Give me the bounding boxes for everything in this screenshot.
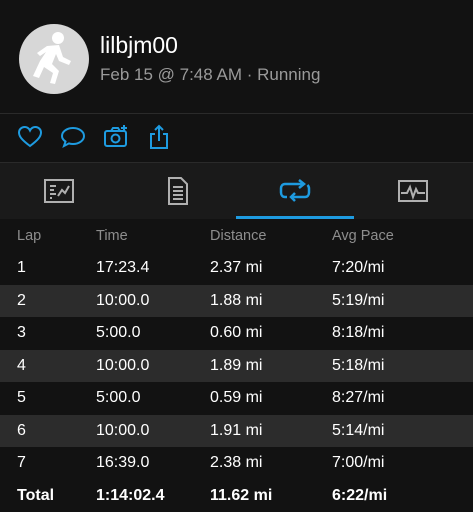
lap-number: 6 xyxy=(17,421,26,439)
heart-rate-chart-icon xyxy=(398,180,428,202)
lap-time: 16:39.0 xyxy=(96,454,150,471)
lap-time: 10:00.0 xyxy=(96,291,150,309)
share-icon[interactable] xyxy=(146,124,172,150)
laps-icon xyxy=(279,179,311,202)
lap-distance: 2.38 mi xyxy=(210,454,263,471)
total-pace: 6:22/mi xyxy=(332,486,388,504)
table-row: 4 10:00.0 1.89 mi 5:18/mi xyxy=(0,349,473,382)
lap-distance: 1.91 mi xyxy=(210,421,263,439)
lap-pace: 5:18/mi xyxy=(332,356,385,374)
lap-time: 5:00.0 xyxy=(96,389,141,406)
total-label: Total xyxy=(17,486,55,504)
header-time: Time xyxy=(96,228,128,244)
lap-time: 17:23.4 xyxy=(96,259,150,276)
lap-pace: 5:14/mi xyxy=(332,421,385,439)
details-icon xyxy=(168,177,188,205)
activity-header: lilbjm00 Feb 15 @ 7:48 AM · Running xyxy=(0,0,473,113)
lap-number: 7 xyxy=(17,454,26,471)
header-avg-pace: Avg Pace xyxy=(332,228,394,244)
avatar[interactable] xyxy=(19,24,89,94)
table-row: 2 10:00.0 1.88 mi 5:19/mi xyxy=(0,284,473,317)
lap-pace: 7:20/mi xyxy=(332,259,385,276)
header-lap: Lap xyxy=(17,228,42,244)
lap-time: 5:00.0 xyxy=(96,324,141,341)
heart-icon[interactable] xyxy=(17,124,43,150)
header-distance: Distance xyxy=(210,228,267,244)
action-bar xyxy=(0,114,473,162)
total-distance: 11.62 mi xyxy=(210,486,273,504)
lap-distance: 0.59 mi xyxy=(210,389,263,406)
details-tab[interactable] xyxy=(118,163,236,219)
lap-distance: 0.60 mi xyxy=(210,324,263,341)
comment-icon[interactable] xyxy=(60,124,86,150)
activity-meta: Feb 15 @ 7:48 AM · Running xyxy=(100,65,321,84)
lap-number: 2 xyxy=(17,291,26,309)
username[interactable]: lilbjm00 xyxy=(100,32,178,59)
lap-distance: 2.37 mi xyxy=(210,259,263,276)
table-row: 3 5:00.0 0.60 mi 8:18/mi xyxy=(0,317,473,350)
table-row: 1 17:23.4 2.37 mi 7:20/mi xyxy=(0,252,473,285)
lap-pace: 7:00/mi xyxy=(332,454,385,471)
lap-pace: 8:27/mi xyxy=(332,389,385,406)
lap-number: 4 xyxy=(17,356,26,374)
lap-pace: 8:18/mi xyxy=(332,324,385,341)
lap-number: 3 xyxy=(17,324,26,341)
lap-distance: 1.88 mi xyxy=(210,291,263,309)
table-row: 7 16:39.0 2.38 mi 7:00/mi xyxy=(0,447,473,480)
laps-tab[interactable] xyxy=(236,163,354,219)
total-time: 1:14:02.4 xyxy=(96,486,165,504)
table-row: 6 10:00.0 1.91 mi 5:14/mi xyxy=(0,414,473,447)
lap-number: 5 xyxy=(17,389,26,406)
runner-icon xyxy=(33,32,71,84)
laps-table: Lap Time Distance Avg Pace 1 17:23.4 2.3… xyxy=(0,219,473,512)
summary-tab[interactable] xyxy=(0,163,118,219)
lap-number: 1 xyxy=(17,259,26,276)
chart-tab[interactable] xyxy=(354,163,472,219)
total-row: Total 1:14:02.4 11.62 mi 6:22/mi xyxy=(0,479,473,512)
add-photo-icon[interactable] xyxy=(103,124,129,150)
lap-time: 10:00.0 xyxy=(96,356,150,374)
table-row: 5 5:00.0 0.59 mi 8:27/mi xyxy=(0,382,473,415)
lap-distance: 1.89 mi xyxy=(210,356,263,374)
summary-icon xyxy=(44,179,74,203)
table-header: Lap Time Distance Avg Pace xyxy=(0,219,473,252)
lap-time: 10:00.0 xyxy=(96,421,150,439)
lap-pace: 5:19/mi xyxy=(332,291,385,309)
tab-bar xyxy=(0,163,473,219)
